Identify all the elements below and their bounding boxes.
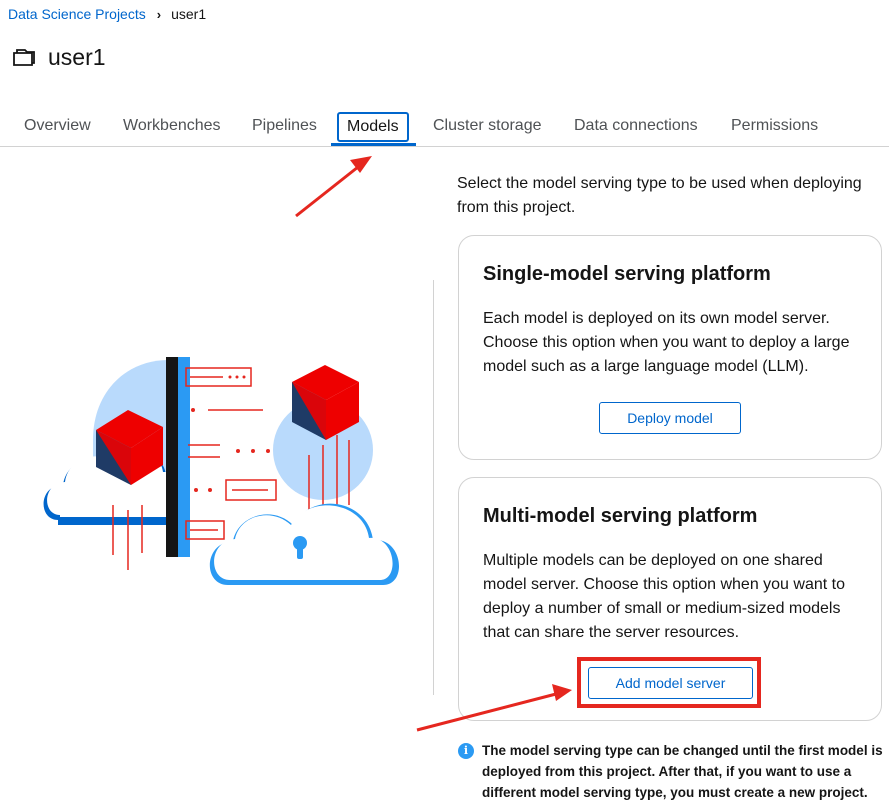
tab-workbenches[interactable]: Workbenches bbox=[123, 110, 221, 146]
tab-label: Models bbox=[337, 112, 409, 142]
breadcrumb-link-projects[interactable]: Data Science Projects bbox=[8, 6, 146, 22]
tab-cluster-storage[interactable]: Cluster storage bbox=[433, 110, 542, 146]
deploy-model-button[interactable]: Deploy model bbox=[599, 402, 741, 434]
tab-label: Data connections bbox=[574, 117, 698, 134]
breadcrumb-current: user1 bbox=[171, 6, 207, 22]
folder-icon bbox=[13, 48, 35, 66]
tab-label: Cluster storage bbox=[433, 117, 542, 134]
tab-pipelines[interactable]: Pipelines bbox=[252, 110, 317, 146]
serving-type-intro: Select the model serving type to be used… bbox=[457, 175, 862, 216]
breadcrumb: Data Science Projects › user1 bbox=[8, 6, 206, 22]
single-model-card: Single-model serving platform Each model… bbox=[458, 235, 882, 460]
annotation-highlight-box bbox=[577, 657, 761, 708]
tab-overview[interactable]: Overview bbox=[24, 110, 91, 146]
model-serving-illustration bbox=[43, 357, 400, 585]
tab-label: Permissions bbox=[731, 117, 819, 134]
info-circle-icon: i bbox=[458, 743, 474, 759]
arrow-to-models-tab bbox=[295, 165, 359, 218]
tab-data-connections[interactable]: Data connections bbox=[574, 110, 698, 146]
tab-label: Pipelines bbox=[252, 117, 317, 134]
tab-label: Overview bbox=[24, 117, 91, 134]
vertical-divider bbox=[433, 280, 434, 695]
info-alert: i The model serving type can be changed … bbox=[458, 740, 883, 803]
multi-model-title: Multi-model serving platform bbox=[483, 505, 758, 527]
arrow-to-models-tab-head bbox=[350, 156, 372, 173]
multi-model-description: Multiple models can be deployed on one s… bbox=[483, 552, 845, 641]
chevron-right-icon: › bbox=[156, 6, 162, 22]
tab-permissions[interactable]: Permissions bbox=[731, 110, 818, 146]
single-model-title: Single-model serving platform bbox=[483, 263, 771, 285]
info-alert-text: The model serving type can be changed un… bbox=[482, 743, 883, 800]
single-model-description: Each model is deployed on its own model … bbox=[483, 310, 850, 375]
page-title: user1 bbox=[48, 44, 106, 70]
active-tab-indicator bbox=[331, 143, 416, 146]
tab-models[interactable]: Models bbox=[337, 110, 409, 146]
page-header: user1 bbox=[12, 44, 106, 71]
tab-label: Workbenches bbox=[123, 117, 221, 134]
project-tabs: Overview Workbenches Pipelines Models Cl… bbox=[0, 110, 889, 147]
